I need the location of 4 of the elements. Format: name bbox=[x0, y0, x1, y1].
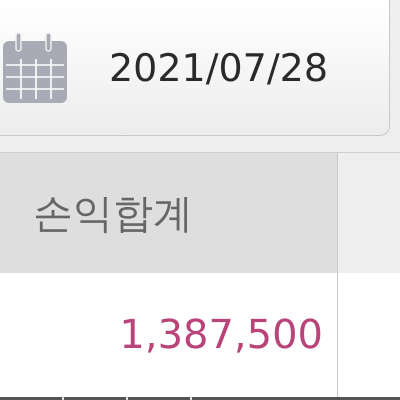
column-header: 손익합계 bbox=[0, 153, 338, 273]
date-picker-button[interactable]: 2021/07/28 bbox=[0, 0, 390, 136]
table-cell: 1,387,500 bbox=[0, 273, 338, 397]
calendar-icon bbox=[3, 32, 67, 102]
